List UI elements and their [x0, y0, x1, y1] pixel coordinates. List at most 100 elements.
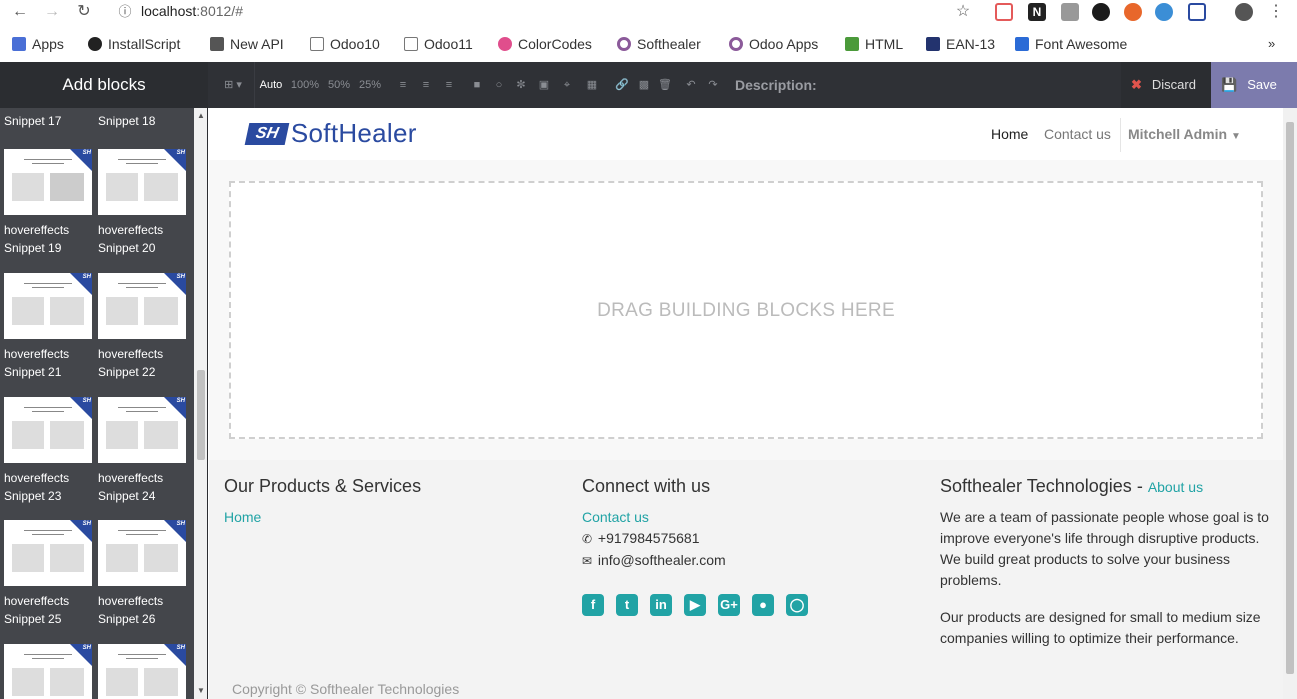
bookmarks-overflow-icon[interactable]: » [1268, 35, 1275, 53]
address-bar[interactable]: localhost:8012/# [141, 3, 243, 19]
bookmark-html[interactable]: HTML [845, 35, 903, 53]
undo-icon[interactable]: ↶ [683, 77, 699, 93]
bookmark-softhealer[interactable]: Softhealer [617, 35, 701, 53]
bookmark-label: Odoo10 [330, 36, 380, 52]
drop-zone[interactable]: DRAG BUILDING BLOCKS HERE [229, 181, 1263, 439]
info-icon[interactable]: ⓘ [115, 2, 135, 22]
snippet-number: Snippet 23 [4, 489, 62, 503]
snippet-item[interactable]: SH hovereffects Snippet 20 [98, 149, 186, 257]
user-menu[interactable]: Mitchell Admin ▼ [1128, 126, 1241, 142]
snippet-item[interactable]: SH hovereffects Snippet 21 [4, 273, 92, 381]
bookmark-star-icon[interactable]: ☆ [953, 2, 973, 22]
snippet-item[interactable]: SH [98, 644, 186, 699]
bookmark-new-api[interactable]: New API [210, 35, 284, 53]
bookmark-odoo11[interactable]: Odoo11 [404, 35, 473, 53]
scrollbar-thumb[interactable] [1286, 122, 1294, 674]
bookmark-label: Softhealer [637, 36, 701, 52]
footer-column-about: Softhealer Technologies - About us We ar… [940, 476, 1270, 649]
discard-button[interactable]: ✖ Discard [1121, 62, 1211, 108]
size-auto-button[interactable]: Auto [258, 77, 284, 93]
snippet-thumbnail: SH [4, 397, 92, 463]
tool-extension-icon[interactable] [1061, 3, 1079, 21]
bookmark-label: EAN-13 [946, 36, 996, 52]
shape-circle-icon[interactable]: ○ [491, 77, 507, 93]
colorpick-extension-icon[interactable] [1092, 3, 1110, 21]
profile-icon[interactable] [1235, 3, 1253, 21]
description-label[interactable]: Description: [735, 77, 817, 93]
youtube-icon[interactable]: ▶ [684, 594, 706, 616]
scrollbar-thumb[interactable] [197, 370, 205, 460]
redo-icon[interactable]: ↷ [705, 77, 721, 93]
snippet-item[interactable]: SH hovereffects Snippet 24 [98, 397, 186, 505]
editor-toolbar: Add blocks ⊞ ▾ Auto 100% 50% 25% ≡ ≡ ≡ ■… [0, 62, 1297, 108]
image-icon[interactable]: ▣ [536, 77, 552, 93]
nav-home-link[interactable]: Home [991, 126, 1028, 142]
transform-icon[interactable]: ▦ [583, 77, 601, 93]
facebook-icon[interactable]: f [582, 594, 604, 616]
replace-image-icon[interactable]: ▩ [636, 77, 652, 93]
page-scrollbar[interactable] [1283, 108, 1297, 699]
align-left-icon[interactable]: ≡ [395, 77, 411, 93]
save-button[interactable]: 💾 Save [1211, 62, 1297, 108]
apps-grid-icon [12, 37, 26, 51]
footer-contact-link[interactable]: Contact us [582, 507, 912, 528]
footer-home-link[interactable]: Home [224, 507, 554, 528]
bookmark-colorcodes[interactable]: ColorCodes [498, 35, 592, 53]
trash-icon[interactable]: 🗑 [657, 77, 673, 93]
size-50-button[interactable]: 50% [326, 77, 352, 93]
toolbar-divider [254, 62, 255, 108]
menu-kebab-icon[interactable]: ⋮ [1266, 2, 1286, 22]
forward-icon[interactable]: → [42, 2, 62, 22]
sidebar-scrollbar[interactable]: ▲ ▼ [194, 108, 207, 699]
bookmark-odoo10[interactable]: Odoo10 [310, 35, 380, 53]
instagram-icon[interactable]: ◯ [786, 594, 808, 616]
company-description: We are a team of passionate people whose… [940, 509, 1269, 588]
softhealer-logo[interactable]: SH SoftHealer [244, 118, 417, 148]
snippet-item[interactable]: SH [4, 644, 92, 699]
snippet-item[interactable]: SH hovereffects Snippet 19 [4, 149, 92, 257]
addon-extension-icon[interactable] [1124, 3, 1142, 21]
about-us-link[interactable]: About us [1148, 479, 1203, 495]
linkedin-icon[interactable]: in [650, 594, 672, 616]
snippet-item[interactable]: SH hovereffects Snippet 23 [4, 397, 92, 505]
scroll-up-icon[interactable]: ▲ [197, 111, 205, 120]
page-icon [310, 37, 324, 51]
align-center-icon[interactable]: ≡ [418, 77, 434, 93]
notion-extension-icon[interactable]: N [1028, 3, 1046, 21]
link-icon[interactable]: 🔗 [614, 77, 630, 93]
scroll-down-icon[interactable]: ▼ [197, 686, 205, 695]
back-icon[interactable]: ← [10, 2, 30, 22]
shape-shadow-icon[interactable]: ✼ [513, 77, 529, 93]
crop-icon[interactable]: ⌖ [559, 77, 575, 93]
bookmark-installscript[interactable]: InstallScript [88, 35, 180, 53]
snippet-item[interactable]: SH hovereffects Snippet 22 [98, 273, 186, 381]
google-plus-icon[interactable]: G+ [718, 594, 740, 616]
twitter-icon[interactable]: t [616, 594, 638, 616]
bookmark-apps[interactable]: Apps [12, 35, 64, 53]
shape-square-icon[interactable]: ■ [469, 77, 485, 93]
snippet-item[interactable]: SH hovereffects Snippet 26 [98, 520, 186, 628]
floppy-disk-icon: 💾 [1221, 77, 1238, 92]
phone-icon: ✆ [582, 532, 593, 546]
odoo-icon [617, 37, 631, 51]
snippet-label: hovereffects [98, 471, 164, 485]
snippet-item[interactable]: SH hovereffects Snippet 25 [4, 520, 92, 628]
layout-grid-icon[interactable]: ⊞ ▾ [220, 77, 246, 93]
size-25-button[interactable]: 25% [357, 77, 383, 93]
reload-icon[interactable]: ↻ [74, 2, 94, 22]
snippet-label: hovereffects [98, 223, 164, 237]
bookmark-ean13[interactable]: EAN-13 [926, 35, 995, 53]
extension-icon[interactable] [995, 3, 1013, 21]
bookmark-label: HTML [865, 36, 904, 52]
grid-extension-icon[interactable] [1188, 3, 1206, 21]
bookmark-odoo-apps[interactable]: Odoo Apps [729, 35, 818, 53]
snippet-item[interactable]: hovereffectsSnippet 17 [4, 108, 92, 130]
snippet-item[interactable]: hovereffectsSnippet 18 [98, 108, 186, 130]
align-right-icon[interactable]: ≡ [441, 77, 457, 93]
nav-contact-link[interactable]: Contact us [1044, 126, 1111, 142]
bookmark-font-awesome[interactable]: Font Awesome [1015, 35, 1127, 53]
globe-extension-icon[interactable] [1155, 3, 1173, 21]
size-100-button[interactable]: 100% [290, 77, 320, 93]
github-icon[interactable]: ● [752, 594, 774, 616]
nav-divider [1120, 118, 1121, 152]
